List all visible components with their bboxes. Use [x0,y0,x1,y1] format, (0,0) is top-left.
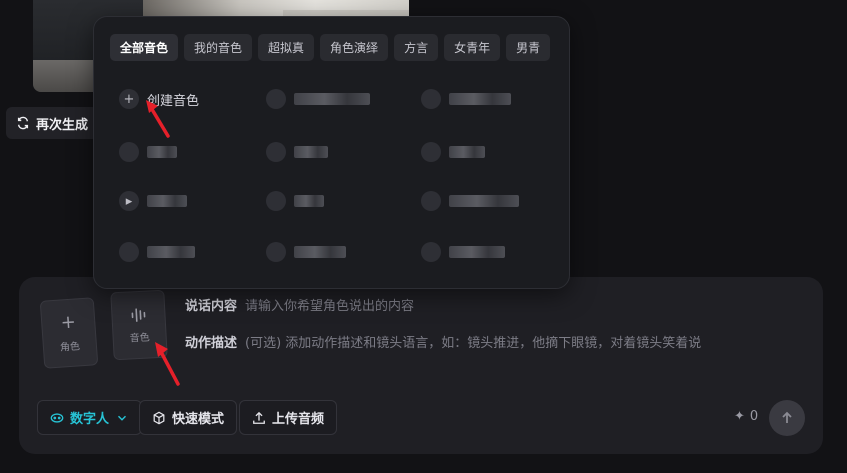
face-icon [50,412,64,423]
create-voice-button[interactable]: + 创建音色 [119,87,249,111]
refresh-icon [17,116,29,130]
send-button[interactable] [769,400,805,436]
voice-card-label: 音色 [129,331,150,344]
play-icon [421,142,441,162]
voice-item[interactable] [421,140,551,164]
speech-input[interactable]: 请输入你希望角色说出的内容 [245,295,414,314]
fast-mode-button[interactable]: 快速模式 [139,400,238,435]
credit-value: 0 [749,409,759,424]
waveform-icon [131,307,146,322]
play-icon [266,191,286,211]
upload-icon [253,411,265,424]
voice-item[interactable] [119,240,249,264]
voice-item[interactable] [421,87,551,111]
voice-item[interactable] [266,240,396,264]
fast-mode-label: 快速模式 [172,412,225,427]
play-icon [266,142,286,162]
play-icon: ▸ [119,191,139,211]
tab-young-male[interactable]: 男青 [506,34,551,61]
voice-item[interactable] [421,240,551,264]
voice-item[interactable]: ▸ [119,189,249,213]
action-label: 动作描述 [185,336,238,351]
voice-item[interactable] [421,189,551,213]
plus-icon: + [119,89,139,109]
regenerate-button[interactable]: 再次生成 [6,107,99,139]
voice-item[interactable] [266,140,396,164]
action-field[interactable]: 动作描述 (可选) 添加动作描述和镜头语言，如：镜头推进，他摘下眼镜，对着镜头笑… [185,332,701,351]
regenerate-label: 再次生成 [36,117,89,133]
speech-label: 说话内容 [185,299,238,314]
tab-all-voices[interactable]: 全部音色 [110,34,179,61]
tab-young-female[interactable]: 女青年 [444,34,501,61]
sparkle-icon: ✦ [734,409,745,424]
play-icon [266,242,286,262]
cube-icon [153,411,165,424]
voice-item[interactable] [266,87,396,111]
arrow-up-icon [782,411,792,423]
play-icon [421,191,441,211]
digital-human-label: 数字人 [70,412,110,427]
upload-audio-button[interactable]: 上传音频 [239,400,338,435]
composer-panel: + 角色 音色 说话内容 请输入你希望角色说出的内容 动作描述 (可选) 添加动… [19,277,823,454]
credit-counter: ✦ 0 [734,409,758,424]
voice-category-tabs: 全部音色 我的音色 超拟真 角色演绎 方言 女青年 男青 [110,34,553,62]
tab-ultra-realistic[interactable]: 超拟真 [258,34,315,61]
tab-dialect[interactable]: 方言 [394,34,439,61]
speech-field[interactable]: 说话内容 请输入你希望角色说出的内容 [185,295,414,314]
tab-my-voices[interactable]: 我的音色 [184,34,253,61]
role-card-label: 角色 [59,340,81,354]
voice-item[interactable] [119,140,249,164]
play-icon [119,242,139,262]
action-input[interactable]: (可选) 添加动作描述和镜头语言，如：镜头推进，他摘下眼镜，对着镜头笑着说 [245,332,701,351]
annotation-arrow-icon [146,100,170,138]
voice-selector-popup: 全部音色 我的音色 超拟真 角色演绎 方言 女青年 男青 + 创建音色 ▸ [93,16,570,289]
play-icon [421,89,441,109]
role-card[interactable]: + 角色 [39,297,99,369]
digital-human-dropdown[interactable]: 数字人 [37,400,143,435]
upload-audio-label: 上传音频 [272,412,325,427]
chevron-down-icon [118,415,127,421]
plus-icon: + [59,311,77,334]
play-icon [421,242,441,262]
play-icon [119,142,139,162]
play-icon [266,89,286,109]
voice-item[interactable] [266,189,396,213]
tab-role-play[interactable]: 角色演绎 [320,34,389,61]
annotation-arrow-icon [155,342,180,386]
